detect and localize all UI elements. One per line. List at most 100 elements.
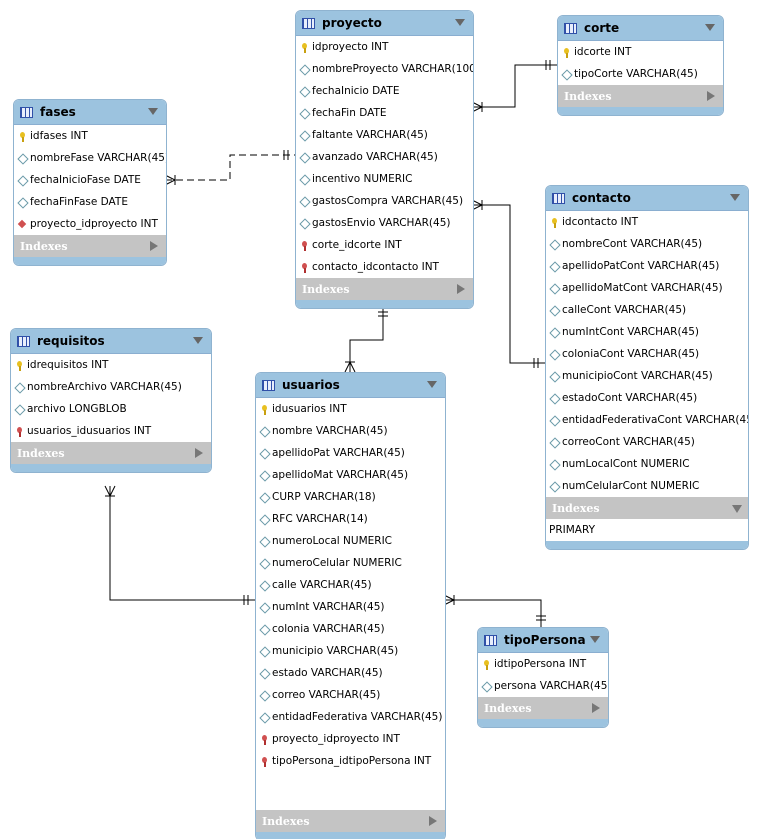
column-row[interactable]: estado VARCHAR(45) (256, 662, 445, 684)
indexes-section-toggle[interactable]: Indexes (546, 497, 748, 519)
column-row[interactable]: municipio VARCHAR(45) (256, 640, 445, 662)
column-row[interactable]: archivo LONGBLOB (11, 398, 211, 420)
expand-arrow-icon[interactable] (195, 448, 203, 458)
column-row[interactable]: nombreCont VARCHAR(45) (546, 233, 748, 255)
column-row[interactable]: idusuarios INT (256, 398, 445, 420)
table-contacto[interactable]: contacto idcontacto INT nombreCont VARCHAR… (545, 185, 749, 550)
table-header[interactable]: tipoPersona (478, 628, 608, 653)
column-row[interactable]: coloniaCont VARCHAR(45) (546, 343, 748, 365)
column-row[interactable]: gastosCompra VARCHAR(45) (296, 190, 473, 212)
column-row[interactable]: nombre VARCHAR(45) (256, 420, 445, 442)
column-row[interactable]: CURP VARCHAR(18) (256, 486, 445, 508)
expand-arrow-icon[interactable] (457, 284, 465, 294)
column-row[interactable]: numeroLocal NUMERIC (256, 530, 445, 552)
relationship-requisitos-usuarios[interactable] (104, 485, 255, 605)
collapse-arrow-icon[interactable] (730, 194, 740, 201)
column-row[interactable]: idrequisitos INT (11, 354, 211, 376)
expanded-arrow-icon[interactable] (732, 505, 742, 513)
column-row[interactable]: usuarios_idusuarios INT (11, 420, 211, 442)
column-row[interactable]: numCelularCont NUMERIC (546, 475, 748, 497)
column-row[interactable]: RFC VARCHAR(14) (256, 508, 445, 530)
relationship-proyecto-corte[interactable] (471, 60, 557, 113)
collapse-arrow-icon[interactable] (590, 636, 600, 643)
column-row[interactable]: calleCont VARCHAR(45) (546, 299, 748, 321)
column-row[interactable]: correo VARCHAR(45) (256, 684, 445, 706)
column-text: numeroCelular NUMERIC (272, 557, 402, 569)
table-header[interactable]: usuarios (256, 373, 445, 398)
table-tipopersona[interactable]: tipoPersona idtipoPersona INT persona VARC… (477, 627, 609, 728)
table-corte[interactable]: corte idcorte INT tipoCorte VARCHAR(45) Ind… (557, 15, 724, 116)
table-header[interactable]: corte (558, 16, 723, 41)
indexes-section-toggle[interactable]: Indexes (256, 810, 445, 832)
indexes-section-toggle[interactable]: Indexes (558, 85, 723, 107)
column-row[interactable]: idcorte INT (558, 41, 723, 63)
column-row[interactable]: entidadFederativaCont VARCHAR(45) (546, 409, 748, 431)
column-row[interactable]: persona VARCHAR(45) (478, 675, 608, 697)
column-row[interactable]: nombreArchivo VARCHAR(45) (11, 376, 211, 398)
expand-arrow-icon[interactable] (707, 91, 715, 101)
table-fases[interactable]: fases idfases INT nombreFase VARCHAR(45) fe… (13, 99, 167, 266)
column-row[interactable]: proyecto_idproyecto INT (256, 728, 445, 750)
column-row[interactable]: avanzado VARCHAR(45) (296, 146, 473, 168)
column-row[interactable]: gastosEnvio VARCHAR(45) (296, 212, 473, 234)
collapse-arrow-icon[interactable] (193, 337, 203, 344)
column-row[interactable]: incentivo NUMERIC (296, 168, 473, 190)
column-row[interactable]: numLocalCont NUMERIC (546, 453, 748, 475)
indexes-section-toggle[interactable]: Indexes (11, 442, 211, 464)
relationship-proyecto-contacto[interactable] (471, 199, 545, 368)
collapse-arrow-icon[interactable] (148, 108, 158, 115)
column-row[interactable]: nombreFase VARCHAR(45) (14, 147, 166, 169)
column-row[interactable]: idtipoPersona INT (478, 653, 608, 675)
column-row[interactable]: fechaInicioFase DATE (14, 169, 166, 191)
column-row[interactable]: idcontacto INT (546, 211, 748, 233)
table-usuarios[interactable]: usuarios idusuarios INT nombre VARCHAR(45)… (255, 372, 446, 839)
table-header[interactable]: proyecto (296, 11, 473, 36)
column-row[interactable]: municipioCont VARCHAR(45) (546, 365, 748, 387)
collapse-arrow-icon[interactable] (427, 381, 437, 388)
table-header[interactable]: fases (14, 100, 166, 125)
column-row[interactable]: tipoCorte VARCHAR(45) (558, 63, 723, 85)
column-row[interactable]: idfases INT (14, 125, 166, 147)
column-row[interactable]: nombreProyecto VARCHAR(100) (296, 58, 473, 80)
column-row[interactable]: calle VARCHAR(45) (256, 574, 445, 596)
column-text: apellidoMatCont VARCHAR(45) (562, 282, 723, 294)
relationship-fases-proyecto[interactable] (164, 150, 295, 186)
column-row[interactable]: numIntCont VARCHAR(45) (546, 321, 748, 343)
column-row[interactable]: contacto_idcontacto INT (296, 256, 473, 278)
column-row[interactable]: entidadFederativa VARCHAR(45) (256, 706, 445, 728)
column-row[interactable]: fechaInicio DATE (296, 80, 473, 102)
collapse-arrow-icon[interactable] (455, 19, 465, 26)
column-row[interactable]: fechaFinFase DATE (14, 191, 166, 213)
column-row[interactable]: numInt VARCHAR(45) (256, 596, 445, 618)
column-row[interactable]: estadoCont VARCHAR(45) (546, 387, 748, 409)
collapse-arrow-icon[interactable] (705, 24, 715, 31)
column-row[interactable]: corte_idcorte INT (296, 234, 473, 256)
indexes-label: Indexes (564, 89, 612, 103)
expand-arrow-icon[interactable] (150, 241, 158, 251)
column-row[interactable]: proyecto_idproyecto INT (14, 213, 166, 235)
column-row[interactable]: colonia VARCHAR(45) (256, 618, 445, 640)
indexes-section-toggle[interactable]: Indexes (14, 235, 166, 257)
column-row[interactable]: numeroCelular NUMERIC (256, 552, 445, 574)
table-requisitos[interactable]: requisitos idrequisitos INT nombreArchivo … (10, 328, 212, 473)
relationship-usuarios-proyecto[interactable] (344, 305, 388, 373)
column-text: calleCont VARCHAR(45) (562, 304, 687, 316)
column-row[interactable]: idproyecto INT (296, 36, 473, 58)
column-row[interactable]: apellidoMatCont VARCHAR(45) (546, 277, 748, 299)
column-row[interactable]: tipoPersona_idtipoPersona INT (256, 750, 445, 772)
expand-arrow-icon[interactable] (429, 816, 437, 826)
indexes-section-toggle[interactable]: Indexes (478, 697, 608, 719)
table-header[interactable]: requisitos (11, 329, 211, 354)
column-row[interactable]: faltante VARCHAR(45) (296, 124, 473, 146)
index-item[interactable]: PRIMARY (546, 519, 748, 541)
column-row[interactable]: fechaFin DATE (296, 102, 473, 124)
column-row[interactable]: apellidoPat VARCHAR(45) (256, 442, 445, 464)
column-row[interactable]: apellidoMat VARCHAR(45) (256, 464, 445, 486)
table-proyecto[interactable]: proyecto idproyecto INT nombreProyecto VAR… (295, 10, 474, 309)
table-header[interactable]: contacto (546, 186, 748, 211)
column-row[interactable]: apellidoPatCont VARCHAR(45) (546, 255, 748, 277)
column-row[interactable]: correoCont VARCHAR(45) (546, 431, 748, 453)
indexes-section-toggle[interactable]: Indexes (296, 278, 473, 300)
relationship-usuarios-tipopersona[interactable] (443, 594, 546, 627)
expand-arrow-icon[interactable] (592, 703, 600, 713)
